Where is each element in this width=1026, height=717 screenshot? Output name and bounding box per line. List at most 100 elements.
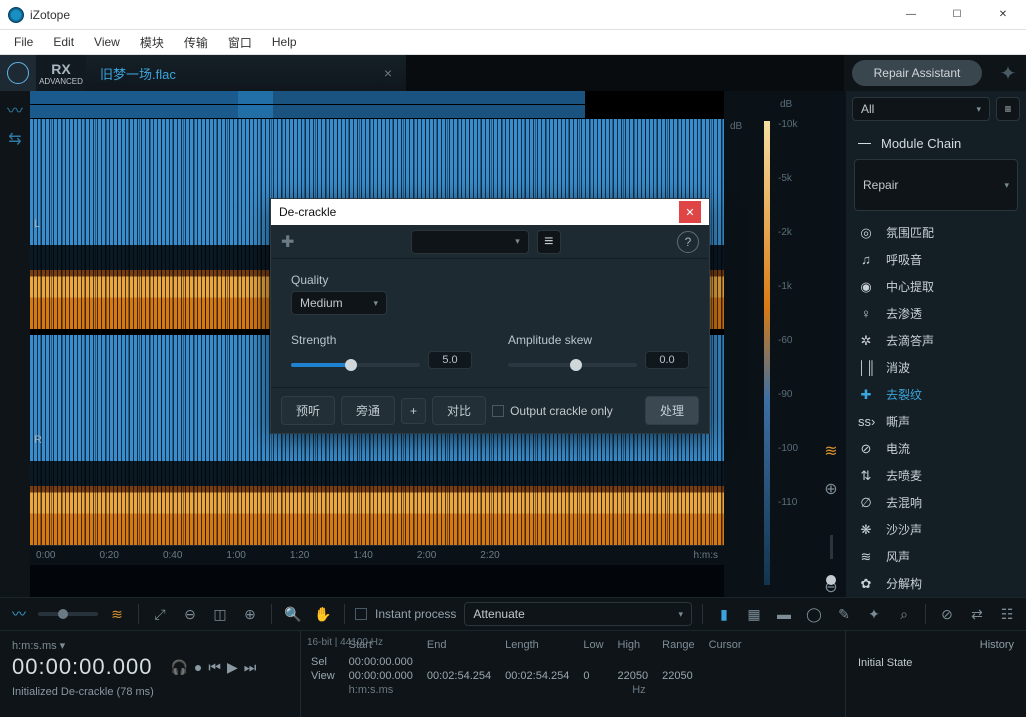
instant-mode-select[interactable]: Attenuate▾ xyxy=(464,602,692,626)
hand-tool-icon[interactable]: ✋ xyxy=(312,603,334,625)
db-scale: dB xyxy=(724,91,760,597)
amplitude-skew-slider[interactable] xyxy=(508,363,637,367)
zoom-in-icon[interactable]: ⊕ xyxy=(824,479,837,499)
menu-view[interactable]: View xyxy=(84,32,130,52)
brush-icon[interactable]: ✎ xyxy=(833,603,855,625)
de-crackle-dialog: De-crackle ✕ ✚ ▾ ≡ ? Quality Medium▾ xyxy=(270,198,710,434)
zoom-slider[interactable] xyxy=(830,535,833,559)
menu-help[interactable]: Help xyxy=(262,32,307,52)
module-item[interactable]: ⇅去喷麦 xyxy=(846,462,1026,489)
category-select[interactable]: Repair▾ xyxy=(854,159,1018,211)
module-item[interactable]: ♫呼吸音 xyxy=(846,246,1026,273)
module-label: 沙沙声 xyxy=(886,521,922,538)
waveform-area[interactable]: L R 0:00 0:20 0:40 1:00 1:20 1:40 2:00 2… xyxy=(30,91,724,597)
zoom-fit-icon[interactable]: ⤢ xyxy=(149,603,171,625)
help-icon[interactable]: ? xyxy=(677,231,699,253)
zoom-out-h-icon[interactable]: ⊖ xyxy=(179,603,201,625)
preset-menu-button[interactable]: ≡ xyxy=(537,230,561,254)
strength-value[interactable]: 5.0 xyxy=(428,351,472,369)
repair-assistant-button[interactable]: Repair Assistant xyxy=(852,60,982,86)
close-tab-icon[interactable]: × xyxy=(384,65,392,81)
module-item[interactable]: ◉中心提取 xyxy=(846,273,1026,300)
module-item[interactable]: ❋沙沙声 xyxy=(846,516,1026,543)
compare-button[interactable]: 对比 xyxy=(432,396,486,425)
preset-select[interactable]: ▾ xyxy=(411,230,529,254)
close-button[interactable]: ✕ xyxy=(980,0,1026,30)
module-item[interactable]: ✚去裂纹 xyxy=(846,381,1026,408)
module-icon: │║ xyxy=(858,360,874,375)
waveform-view-icon[interactable]: 〰 xyxy=(8,603,30,625)
menu-transport[interactable]: 传输 xyxy=(174,31,218,54)
module-label: 风声 xyxy=(886,548,910,565)
time-select-icon[interactable]: ▮ xyxy=(713,603,735,625)
module-filter-select[interactable]: All▾ xyxy=(852,97,990,121)
headphone-icon[interactable]: 🎧 xyxy=(170,659,187,676)
module-icon: ≋ xyxy=(858,549,874,565)
strength-slider[interactable] xyxy=(291,363,420,367)
module-item[interactable]: ♀去渗透 xyxy=(846,300,1026,327)
file-tab-label: 旧梦一场.flac xyxy=(100,64,176,83)
bypass-button[interactable]: 旁通 xyxy=(341,396,395,425)
module-item[interactable]: ≋ 风声 xyxy=(846,543,1026,570)
time-format-select[interactable]: h:m:s.ms ▾ xyxy=(12,639,288,652)
module-icon: ✚ xyxy=(281,232,294,252)
module-item[interactable]: │║消波 xyxy=(846,354,1026,381)
select-harmonics-icon[interactable]: ☷ xyxy=(996,603,1018,625)
deselect-icon[interactable]: ⊘ xyxy=(936,603,958,625)
channel-left-label: L xyxy=(34,218,40,230)
spectrogram-mode-icon[interactable]: ≋ xyxy=(824,441,837,461)
preview-button[interactable]: 预听 xyxy=(281,396,335,425)
module-item[interactable]: ⊘电流 xyxy=(846,435,1026,462)
module-item[interactable]: ∅去混响 xyxy=(846,489,1026,516)
zoom-sel-icon[interactable]: ◫ xyxy=(209,603,231,625)
output-crackle-checkbox[interactable] xyxy=(492,405,504,417)
record-icon[interactable]: ● xyxy=(194,659,202,675)
rx-badge: RX ADVANCED xyxy=(36,55,86,91)
module-chain-header[interactable]: ⎯⎯ Module Chain xyxy=(846,127,1026,159)
module-item[interactable]: ss›嘶声 xyxy=(846,408,1026,435)
freq-select-icon[interactable]: ▬ xyxy=(773,603,795,625)
overview-waveform[interactable] xyxy=(30,91,724,119)
module-item[interactable]: ◎氛围匹配 xyxy=(846,219,1026,246)
history-item[interactable]: Initial State xyxy=(858,657,1014,669)
play-icon[interactable]: ▶ xyxy=(227,659,238,676)
invert-sel-icon[interactable]: ⇄ xyxy=(966,603,988,625)
status-text: Initialized De-crackle (78 ms) xyxy=(12,686,288,698)
module-list-menu-button[interactable]: ≡ xyxy=(996,97,1020,121)
maximize-button[interactable]: ☐ xyxy=(934,0,980,30)
zoom-in-h-icon[interactable]: ⊕ xyxy=(239,603,261,625)
module-item[interactable]: ✿分解构 xyxy=(846,570,1026,597)
opacity-slider[interactable] xyxy=(38,612,98,616)
menu-modules[interactable]: 模块 xyxy=(130,31,174,54)
module-icon: ✚ xyxy=(858,387,874,403)
zoom-tool-icon[interactable]: 🔍 xyxy=(282,603,304,625)
window-titlebar: iZotope — ☐ ✕ xyxy=(0,0,1026,30)
menu-window[interactable]: 窗口 xyxy=(218,31,262,54)
dialog-titlebar[interactable]: De-crackle ✕ xyxy=(271,199,709,225)
strength-label: Strength xyxy=(291,333,472,347)
menu-edit[interactable]: Edit xyxy=(43,32,84,52)
left-rail: 〰 ⇆ xyxy=(0,91,30,597)
collapse-icon[interactable]: ⇆ xyxy=(8,129,21,149)
loop-play-icon[interactable]: ⏭ xyxy=(244,659,257,676)
dialog-close-button[interactable]: ✕ xyxy=(679,201,701,223)
module-item[interactable]: ✲去滴答声 xyxy=(846,327,1026,354)
waveform-toggle-icon[interactable]: 〰 xyxy=(7,97,23,121)
spectrogram-view-icon[interactable]: ≋ xyxy=(106,603,128,625)
lasso-icon[interactable]: ◯ xyxy=(803,603,825,625)
amplitude-skew-value[interactable]: 0.0 xyxy=(645,351,689,369)
instant-process-checkbox[interactable] xyxy=(355,608,367,620)
process-button[interactable]: 处理 xyxy=(645,396,699,425)
time-ruler[interactable]: 0:00 0:20 0:40 1:00 1:20 1:40 2:00 2:20 … xyxy=(30,545,724,565)
rewind-icon[interactable]: ⏮ xyxy=(208,659,221,676)
file-tab[interactable]: 旧梦一场.flac × xyxy=(86,55,406,91)
menu-file[interactable]: File xyxy=(4,32,43,52)
plus-button[interactable]: + xyxy=(401,398,426,424)
quality-select[interactable]: Medium▾ xyxy=(291,291,387,315)
find-similar-icon[interactable]: ⌕ xyxy=(893,603,915,625)
wand-icon[interactable]: ✦ xyxy=(863,603,885,625)
tf-select-icon[interactable]: ▦ xyxy=(743,603,765,625)
minimize-button[interactable]: — xyxy=(888,0,934,30)
right-panel: All▾ ≡ ⎯⎯ Module Chain Repair▾ ◎氛围匹配♫呼吸音… xyxy=(846,91,1026,597)
module-label: 嘶声 xyxy=(886,413,910,430)
